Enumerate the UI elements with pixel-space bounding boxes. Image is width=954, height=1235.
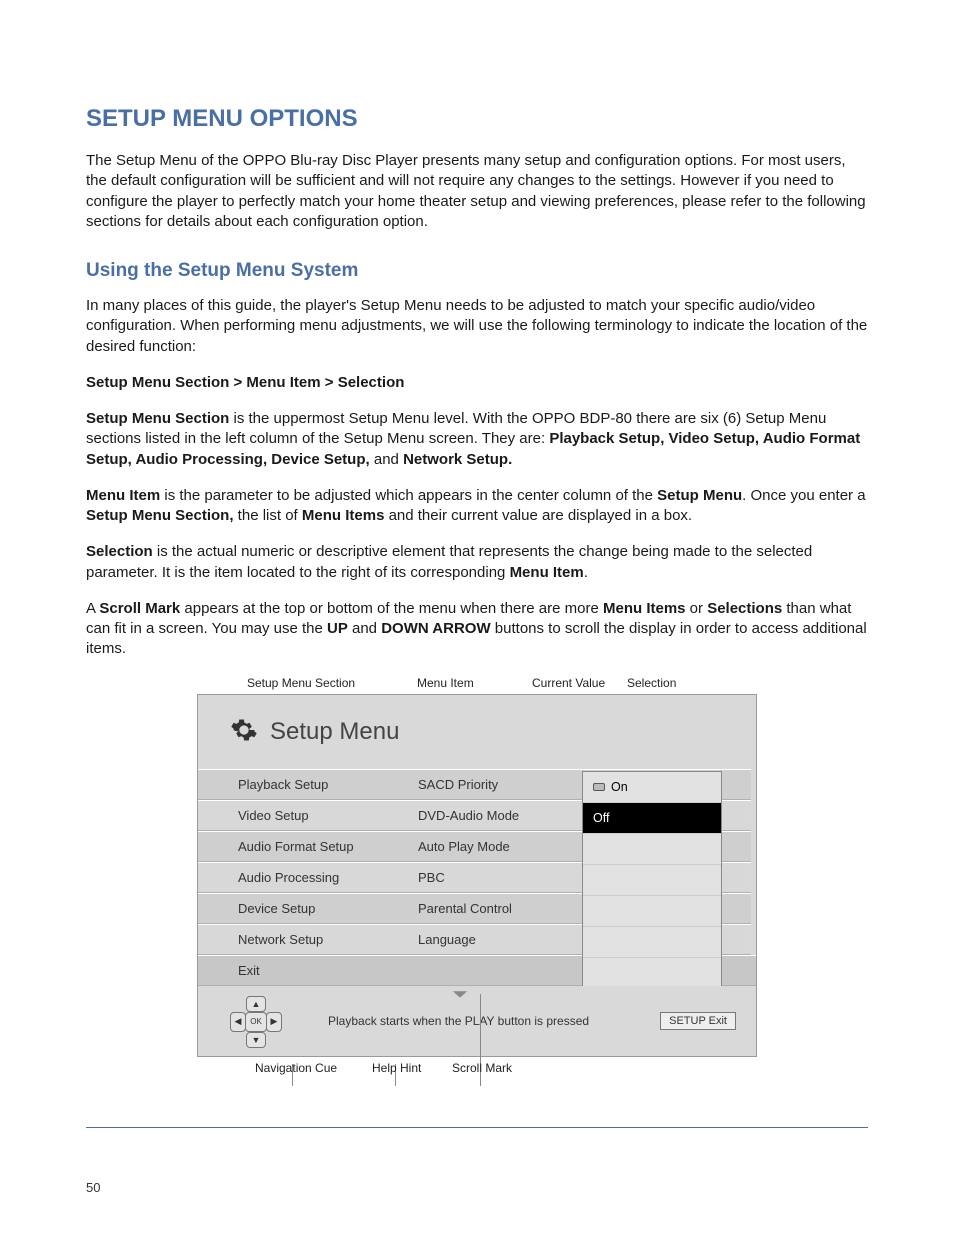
- definition-path-text: Setup Menu Section > Menu Item > Selecti…: [86, 374, 404, 391]
- term: Menu Items: [603, 600, 686, 617]
- panel-header: Setup Menu: [198, 695, 756, 769]
- nav-right-icon[interactable]: ▶: [266, 1012, 282, 1032]
- section-cell[interactable]: Playback Setup: [198, 769, 408, 800]
- selection-on[interactable]: On: [583, 772, 721, 803]
- paragraph: A Scroll Mark appears at the top or bott…: [86, 599, 868, 660]
- footer-rule: [86, 1127, 868, 1128]
- definition-path: Setup Menu Section > Menu Item > Selecti…: [86, 373, 868, 393]
- item-cell[interactable]: Auto Play Mode: [408, 831, 568, 862]
- text: is the parameter to be adjusted which ap…: [160, 487, 657, 504]
- term: Setup Menu Section: [86, 410, 229, 427]
- selection-empty: [583, 927, 721, 958]
- item-cell[interactable]: PBC: [408, 862, 568, 893]
- page-title: SETUP MENU OPTIONS: [86, 105, 868, 133]
- text: appears at the top or bottom of the menu…: [180, 600, 603, 617]
- panel-title: Setup Menu: [270, 718, 399, 746]
- setup-menu-panel: Setup Menu Playback Setup SACD Priority …: [197, 694, 757, 1057]
- text: the list of: [234, 507, 302, 524]
- paragraph: In many places of this guide, the player…: [86, 296, 868, 357]
- term: Setup Menu: [657, 487, 742, 504]
- section-cell[interactable]: Video Setup: [198, 800, 408, 831]
- intro-paragraph: The Setup Menu of the OPPO Blu-ray Disc …: [86, 151, 868, 232]
- term: Selection: [86, 543, 153, 560]
- term: DOWN ARROW: [381, 620, 490, 637]
- nav-left-icon[interactable]: ◀: [230, 1012, 246, 1032]
- term: Menu Item: [510, 564, 584, 581]
- nav-up-icon[interactable]: ▲: [246, 996, 266, 1012]
- selection-empty: [583, 958, 721, 988]
- item-cell[interactable]: Language: [408, 924, 568, 955]
- selection-overlay: On Off: [582, 771, 722, 989]
- callout-label: Current Value: [532, 676, 605, 690]
- paragraph: Menu Item is the parameter to be adjuste…: [86, 486, 868, 527]
- section-cell[interactable]: Device Setup: [198, 893, 408, 924]
- term: Selections: [707, 600, 782, 617]
- term: UP: [327, 620, 348, 637]
- selection-empty: [583, 834, 721, 865]
- callout-label: Selection: [627, 676, 676, 690]
- callout-label: Scroll Mark: [452, 1061, 512, 1075]
- item-cell[interactable]: SACD Priority: [408, 769, 568, 800]
- text: or: [686, 600, 708, 617]
- callout-label: Help Hint: [372, 1061, 421, 1075]
- term: Scroll Mark: [99, 600, 180, 617]
- text: A: [86, 600, 99, 617]
- term: Network Setup.: [403, 451, 512, 468]
- text: and: [370, 451, 403, 468]
- nav-down-icon[interactable]: ▼: [246, 1032, 266, 1048]
- gear-icon: [230, 716, 258, 748]
- section-cell[interactable]: Audio Format Setup: [198, 831, 408, 862]
- help-hint: Playback starts when the PLAY button is …: [328, 1014, 596, 1028]
- panel-footer: ▲ ▼ ◀ ▶ OK Playback starts when the PLAY…: [198, 986, 756, 1056]
- item-cell[interactable]: Parental Control: [408, 893, 568, 924]
- term: Menu Items: [302, 507, 385, 524]
- section-heading: Using the Setup Menu System: [86, 260, 868, 282]
- paragraph: Selection is the actual numeric or descr…: [86, 542, 868, 583]
- selection-off[interactable]: Off: [583, 803, 721, 834]
- section-cell[interactable]: Audio Processing: [198, 862, 408, 893]
- term: Menu Item: [86, 487, 160, 504]
- text: .: [584, 564, 588, 581]
- selection-empty: [583, 865, 721, 896]
- page-number: 50: [86, 1180, 100, 1195]
- term: Setup Menu Section,: [86, 507, 234, 524]
- callout-label: Setup Menu Section: [247, 676, 355, 690]
- navigation-cue: ▲ ▼ ◀ ▶ OK: [230, 996, 280, 1046]
- text: is the actual numeric or descriptive ele…: [86, 543, 812, 580]
- item-cell[interactable]: DVD-Audio Mode: [408, 800, 568, 831]
- callout-label: Menu Item: [417, 676, 474, 690]
- scroll-mark-icon: [451, 988, 469, 1002]
- section-cell[interactable]: Network Setup: [198, 924, 408, 955]
- paragraph: Setup Menu Section is the uppermost Setu…: [86, 409, 868, 470]
- selection-empty: [583, 896, 721, 927]
- text: and: [348, 620, 381, 637]
- nav-ok-button[interactable]: OK: [245, 1012, 267, 1032]
- setup-exit-button[interactable]: SETUP Exit: [660, 1012, 736, 1030]
- text: and their current value are displayed in…: [384, 507, 692, 524]
- callout-label: Navigation Cue: [255, 1061, 337, 1075]
- text: . Once you enter a: [742, 487, 865, 504]
- setup-menu-figure: Setup Menu Section Menu Item Current Val…: [197, 676, 757, 1079]
